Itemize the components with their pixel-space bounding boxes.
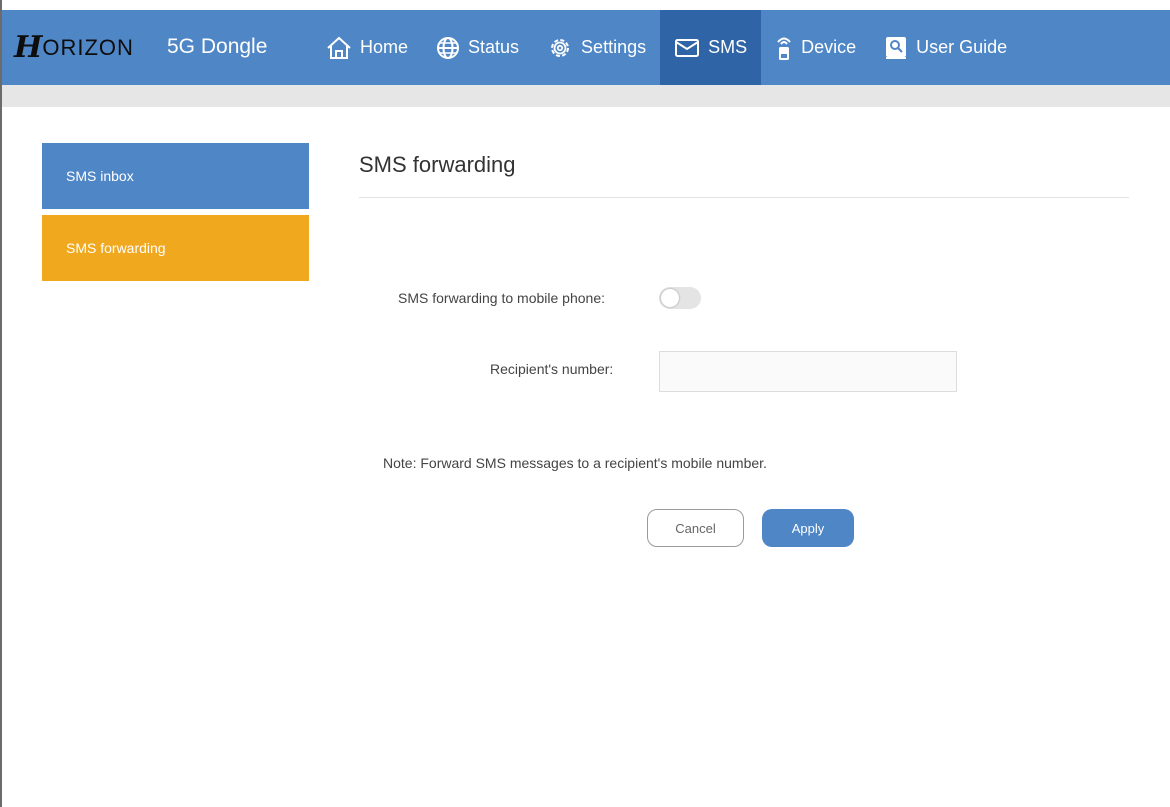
gear-icon — [551, 38, 570, 57]
nav-status[interactable]: Status — [422, 10, 533, 85]
nav-device[interactable]: Device — [761, 10, 870, 85]
top-nav-bar: H ORIZON 5G Dongle Home Status Settings … — [2, 10, 1170, 85]
nav-home[interactable]: Home — [312, 10, 422, 85]
brand-logo: H ORIZON — [14, 32, 134, 64]
recipient-number-input[interactable] — [659, 351, 957, 392]
forwarding-toggle[interactable] — [659, 287, 701, 309]
sidebar: SMS inbox SMS forwarding — [42, 143, 309, 287]
sidebar-item-sms-forwarding[interactable]: SMS forwarding — [42, 215, 309, 281]
apply-button[interactable]: Apply — [762, 509, 854, 547]
nav-user-guide[interactable]: User Guide — [870, 10, 1021, 85]
brand-name: ORIZON — [42, 35, 134, 60]
main-nav: Home Status Settings SMS Device User Gui… — [312, 10, 1021, 85]
toggle-knob — [661, 289, 679, 307]
nav-sms[interactable]: SMS — [660, 10, 762, 85]
nav-device-label: Device — [801, 37, 857, 57]
guide-icon — [886, 36, 907, 59]
cancel-button[interactable]: Cancel — [647, 509, 744, 547]
globe-icon — [437, 36, 460, 59]
sidebar-item-label: SMS inbox — [66, 168, 134, 184]
home-icon — [327, 36, 351, 59]
nav-sms-label: SMS — [708, 37, 748, 57]
sidebar-item-label: SMS forwarding — [66, 240, 166, 256]
page-title: SMS forwarding — [359, 152, 516, 177]
nav-status-label: Status — [468, 37, 520, 57]
envelope-icon — [675, 38, 700, 57]
nav-settings-label: Settings — [581, 37, 647, 57]
title-divider — [359, 197, 1129, 198]
router-icon — [777, 37, 791, 60]
header-subbar — [2, 85, 1170, 107]
window-edge — [0, 0, 2, 807]
forwarding-note: Note: Forward SMS messages to a recipien… — [383, 455, 767, 471]
brand-logo-mark: H — [14, 30, 42, 65]
nav-settings[interactable]: Settings — [533, 10, 660, 85]
recipient-number-label: Recipient's number: — [490, 361, 614, 377]
nav-user-guide-label: User Guide — [916, 37, 1008, 57]
sidebar-item-sms-inbox[interactable]: SMS inbox — [42, 143, 309, 209]
nav-home-label: Home — [360, 37, 409, 57]
forwarding-toggle-label: SMS forwarding to mobile phone: — [398, 290, 605, 306]
product-name: 5G Dongle — [167, 35, 268, 58]
